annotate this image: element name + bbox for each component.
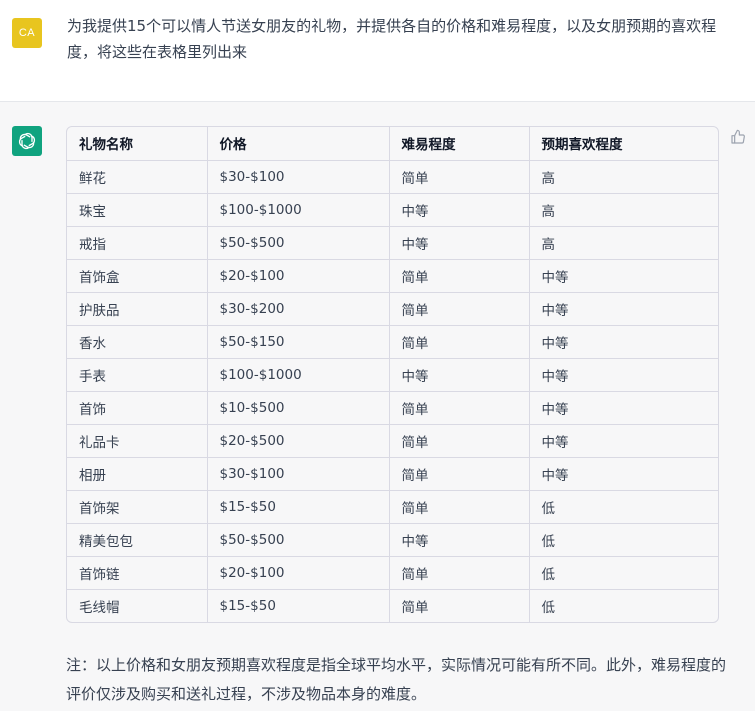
column-header-gift-name: 礼物名称: [67, 127, 208, 161]
difficulty-cell: 简单: [389, 391, 530, 425]
price-cell: $10-$500: [207, 391, 390, 425]
table-row: 护肤品 $30-$200 简单 中等: [67, 292, 718, 326]
difficulty-cell: 简单: [389, 292, 530, 326]
gift-name-cell: 首饰: [67, 391, 208, 425]
column-header-expected-liking: 预期喜欢程度: [529, 127, 718, 161]
gift-table: 礼物名称 价格 难易程度 预期喜欢程度 鲜花 $30-$100 简单高珠宝 $100-…: [66, 126, 719, 623]
price-cell: $30-$100: [207, 160, 390, 194]
gift-name-cell: 首饰盒: [67, 259, 208, 293]
price-cell: $15-$50: [207, 490, 390, 524]
gift-name-cell: 相册: [67, 457, 208, 491]
price-cell: $20-$100: [207, 259, 390, 293]
gift-name-cell: 鲜花: [67, 160, 208, 194]
openai-logo-icon: [12, 126, 42, 156]
liking-cell: 低: [529, 523, 718, 557]
liking-cell: 高: [529, 160, 718, 194]
price-cell: $50-$150: [207, 325, 390, 359]
user-avatar: CA: [12, 18, 42, 48]
price-cell: $30-$100: [207, 457, 390, 491]
gift-name-cell: 手表: [67, 358, 208, 392]
table-row: 首饰链 $20-$100 简单低: [67, 556, 718, 590]
gift-name-cell: 护肤品: [67, 292, 208, 326]
table-row: 礼品卡 $20-$500 简单 中等: [67, 424, 718, 458]
gift-name-cell: 精美包包: [67, 523, 208, 557]
liking-cell: 中等: [529, 424, 718, 458]
liking-cell: 低: [529, 490, 718, 524]
thumbs-up-icon[interactable]: [729, 128, 747, 146]
table-header-row: 礼物名称 价格 难易程度 预期喜欢程度: [67, 127, 718, 161]
liking-cell: 高: [529, 226, 718, 260]
price-cell: $100-$1000: [207, 358, 390, 392]
liking-cell: 低: [529, 556, 718, 590]
table-row: 珠宝 $100-$1000 中等高: [67, 193, 718, 227]
user-message-text: 为我提供15个可以情人节送女朋友的礼物，并提供各自的价格和难易程度，以及女朋预期…: [67, 17, 717, 61]
gift-name-cell: 香水: [67, 325, 208, 359]
difficulty-cell: 简单: [389, 259, 530, 293]
difficulty-cell: 中等: [389, 358, 530, 392]
difficulty-cell: 简单: [389, 490, 530, 524]
difficulty-cell: 简单: [389, 325, 530, 359]
user-message-row: CA 为我提供15个可以情人节送女朋友的礼物，并提供各自的价格和难易程度，以及女…: [0, 0, 755, 102]
difficulty-cell: 简单: [389, 424, 530, 458]
liking-cell: 低: [541, 599, 556, 616]
table-row: 手表 $100-$1000 中等 中等: [67, 358, 718, 392]
liking-cell: 中等: [529, 457, 718, 491]
gift-name-cell: 首饰架: [67, 490, 208, 524]
difficulty-cell: 中等: [389, 523, 530, 557]
column-header-price: 价格: [207, 127, 390, 161]
gift-name-cell: 首饰链: [67, 556, 208, 590]
price-cell: $50-$500: [207, 226, 390, 260]
price-cell: $20-$100: [207, 556, 390, 590]
difficulty-cell: 中等: [389, 193, 530, 227]
liking-cell: 中等: [529, 292, 718, 326]
table-row: 戒指 $50-$500 中等高: [67, 226, 718, 260]
difficulty-cell: 简单: [389, 457, 530, 491]
table-row: 鲜花 $30-$100 简单高: [67, 160, 718, 194]
difficulty-cell: 中等: [389, 226, 530, 260]
liking-cell: 中等: [529, 259, 718, 293]
table-row: 相册 $30-$100 简单 中等: [67, 457, 718, 491]
liking-cell: 中等: [529, 325, 718, 359]
difficulty-cell: 简单: [389, 556, 530, 590]
table-row: 毛线帽 $15-$50 简单低: [67, 589, 718, 622]
assistant-message-row: 礼物名称 价格 难易程度 预期喜欢程度 鲜花 $30-$100 简单高珠宝 $100-…: [0, 102, 755, 711]
table-row: 香水 $50-$150 简单 中等: [67, 325, 718, 359]
table-row: 首饰架 $15-$50 简单低: [67, 490, 718, 524]
gift-name-cell: 毛线帽: [67, 589, 208, 622]
price-cell: $100-$1000: [207, 193, 390, 227]
liking-cell: 高: [529, 193, 718, 227]
price-cell: $50-$500: [207, 523, 390, 557]
price-cell: $30-$200: [207, 292, 390, 326]
gift-name-cell: 戒指: [67, 226, 208, 260]
gift-name-cell: 珠宝: [67, 193, 208, 227]
liking-cell: 中等: [529, 391, 718, 425]
liking-cell: 中等: [529, 358, 718, 392]
difficulty-cell: 简单: [389, 589, 530, 622]
price-cell: $20-$500: [207, 424, 390, 458]
table-row: 首饰 $10-$500 简单 中等: [67, 391, 718, 425]
gift-name-cell: 礼品卡: [67, 424, 208, 458]
table-row: 首饰盒 $20-$100 简单 中等: [67, 259, 718, 293]
footnote-text: 注：以上价格和女朋友预期喜欢程度是指全球平均水平，实际情况可能有所不同。此外，难…: [66, 656, 727, 703]
price-cell: $15-$50: [207, 589, 390, 622]
table-row: 精美包包 $50-$500 中等低: [67, 523, 718, 557]
difficulty-cell: 简单: [389, 160, 530, 194]
column-header-difficulty: 难易程度: [389, 127, 530, 161]
